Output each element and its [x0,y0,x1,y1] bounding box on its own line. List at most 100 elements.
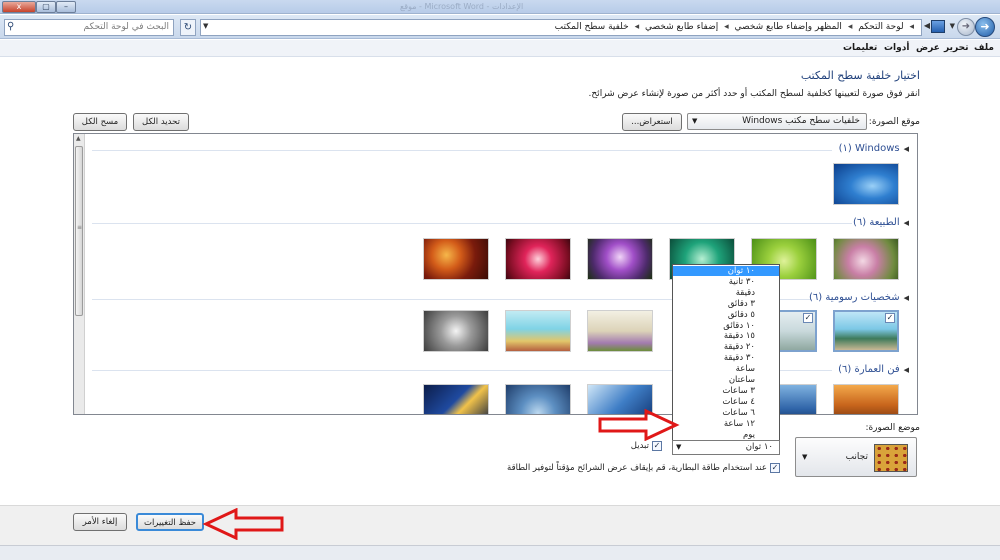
clear-all-button[interactable]: مسح الكل [73,113,127,131]
interval-option[interactable]: ١٠ ثوان [673,266,779,277]
collapse-triangle-icon[interactable]: ◀ [904,219,909,227]
interval-selected-value: ١٠ ثوان [745,442,773,452]
group-divider [92,223,852,224]
minimize-window-button[interactable]: – [56,1,76,13]
group-name: الطبيعة (٦) [852,217,900,228]
interval-option[interactable]: ١٥ دقيقة [673,331,779,341]
battery-pause-checkbox[interactable]: ✓ [770,463,780,473]
search-input[interactable]: ⚲ البحث في لوحة التحكم [4,19,174,36]
window-title: موقع - Microsoft Word - الإعدادات [400,2,524,11]
picture-location-select[interactable]: خلفيات سطح مكتب Windows ▼ [687,113,867,130]
picture-location-value: خلفيات سطح مكتب Windows [742,116,860,126]
interval-option[interactable]: ١٢ ساعة [673,419,779,429]
selected-checkbox[interactable]: ✓ [885,313,895,323]
wallpaper-thumbnail[interactable] [505,238,571,280]
wallpaper-thumbnail[interactable] [505,384,571,414]
breadcrumb: ◂ لوحة التحكم ◂ المظهر وإضفاء طابع شخصي … [555,22,917,32]
group-name: شخصيات رسومية (٦) [808,292,900,303]
interval-option[interactable]: ٣٠ ثانية [673,277,779,287]
menu-edit[interactable]: تحرير [944,43,968,53]
back-button[interactable]: ➜ [975,17,995,37]
address-history-dropdown-icon[interactable]: ▼ [203,22,208,30]
address-bar[interactable]: ▼ ◂ لوحة التحكم ◂ المظهر وإضفاء طابع شخص… [200,19,922,36]
picture-location-label: موقع الصورة: [868,117,920,127]
breadcrumb-separator-icon: ◂ [634,22,640,32]
group-header-characters[interactable]: ◀ شخصيات رسومية (٦) [809,292,909,303]
menu-tools[interactable]: أدوات [884,43,909,53]
shuffle-label: تبديل [630,441,649,451]
interval-option[interactable]: ٤ ساعات [673,397,779,407]
cancel-button[interactable]: إلغاء الأمر [73,513,127,531]
collapse-triangle-icon[interactable]: ◀ [904,366,909,374]
address-toolbar: ⚲ البحث في لوحة التحكم ↻ ▼ ◂ لوحة التحكم… [0,15,1000,39]
interval-option[interactable]: ساعتان [673,375,779,385]
selected-checkbox[interactable]: ✓ [803,313,813,323]
interval-option[interactable]: ساعة [673,364,779,374]
gallery-scrollbar[interactable]: ▲ ≡ [74,134,85,414]
group-name: Windows (١) [838,143,900,154]
interval-option[interactable]: ٦ ساعات [673,408,779,418]
collapse-triangle-icon[interactable]: ◀ [904,145,909,153]
breadcrumb-appearance[interactable]: المظهر وإضفاء طابع شخصي [735,22,842,32]
chevron-down-icon: ▼ [802,453,808,461]
interval-options-list[interactable]: ١٠ ثوان ٣٠ ثانية دقيقة ٣ دقائق ٥ دقائق ١٠ دقا… [672,264,780,441]
interval-option[interactable]: ٢٠ دقيقة [673,342,779,352]
breadcrumb-personalization[interactable]: إضفاء طابع شخصي [645,22,718,32]
browse-button[interactable]: استعراض... [622,113,682,131]
breadcrumb-separator-icon: ◂ [724,22,729,32]
select-all-button[interactable]: تحديد الكل [133,113,189,131]
change-picture-interval-select[interactable]: ١٠ ثوان ▼ [672,440,780,455]
picture-position-value: تجانب [845,452,868,462]
wallpaper-thumbnail[interactable] [587,384,653,414]
scroll-up-icon[interactable]: ▲ [76,135,81,142]
wallpaper-gallery[interactable]: ▲ ≡ ◀ Windows (١) ◀ الطبيعة (٦) ◀ شخصيات رس… [73,133,918,415]
wallpaper-thumbnail[interactable] [587,238,653,280]
save-changes-button[interactable]: حفظ التغييرات [136,513,204,531]
group-header-nature[interactable]: ◀ الطبيعة (٦) [853,217,909,228]
breadcrumb-separator-icon: ◂ [909,22,914,32]
recent-pages-dropdown-icon[interactable]: ▼ [950,22,955,30]
menu-help[interactable]: تعليمات [843,43,877,53]
interval-option[interactable]: يوم [673,430,779,440]
wallpaper-thumbnail[interactable] [423,310,489,352]
shuffle-checkbox[interactable]: ✓ [652,441,662,451]
close-window-button[interactable]: x [2,1,36,13]
page-title: اختيار خلفية سطح المكتب [800,69,920,82]
group-header-windows[interactable]: ◀ Windows (١) [839,143,909,154]
group-divider [92,150,832,151]
breadcrumb-desktop-background[interactable]: خلفية سطح المكتب [555,22,629,32]
maximize-window-button[interactable]: ▢ [36,1,56,13]
search-icon[interactable]: ⚲ [7,21,14,32]
wallpaper-thumbnail[interactable]: ✓ [833,310,899,352]
battery-pause-label: عند استخدام طاقة البطارية، قم بإيقاف عرض… [507,463,767,473]
picture-position-select[interactable]: تجانب ▼ [795,437,917,477]
interval-option[interactable]: ٥ دقائق [673,310,779,320]
wallpaper-thumbnail[interactable] [423,384,489,414]
navigation-buttons: ◀ ▼ ➜ ➜ [923,17,997,37]
interval-option[interactable]: دقيقة [673,288,779,298]
scrollbar-thumb[interactable] [75,146,83,316]
interval-option[interactable]: ٣٠ دقيقة [673,353,779,363]
menu-view[interactable]: عرض [916,43,940,53]
breadcrumb-control-panel[interactable]: لوحة التحكم [858,22,903,32]
group-name: فن العمارة (٦) [838,364,900,375]
interval-option[interactable]: ١٠ دقائق [673,321,779,331]
wallpaper-thumbnail[interactable] [833,163,899,205]
menu-file[interactable]: ملف [974,43,994,53]
wallpaper-thumbnail[interactable] [587,310,653,352]
wallpaper-thumbnail[interactable] [833,384,899,414]
wallpaper-thumbnail[interactable] [505,310,571,352]
interval-option[interactable]: ٣ دقائق [673,299,779,309]
group-header-architecture[interactable]: ◀ فن العمارة (٦) [838,364,909,375]
refresh-button[interactable]: ↻ [180,19,196,36]
interval-option[interactable]: ٣ ساعات [673,386,779,396]
search-placeholder: البحث في لوحة التحكم [83,22,170,32]
collapse-triangle-icon[interactable]: ◀ [904,294,909,302]
control-panel-icon [931,20,945,33]
title-bar: x ▢ – موقع - Microsoft Word - الإعدادات [0,0,1000,14]
wallpaper-thumbnail[interactable] [833,238,899,280]
forward-button[interactable]: ➜ [957,18,975,36]
status-bar [0,545,1000,560]
chevron-left-icon: ◀ [923,21,930,30]
wallpaper-thumbnail[interactable] [423,238,489,280]
